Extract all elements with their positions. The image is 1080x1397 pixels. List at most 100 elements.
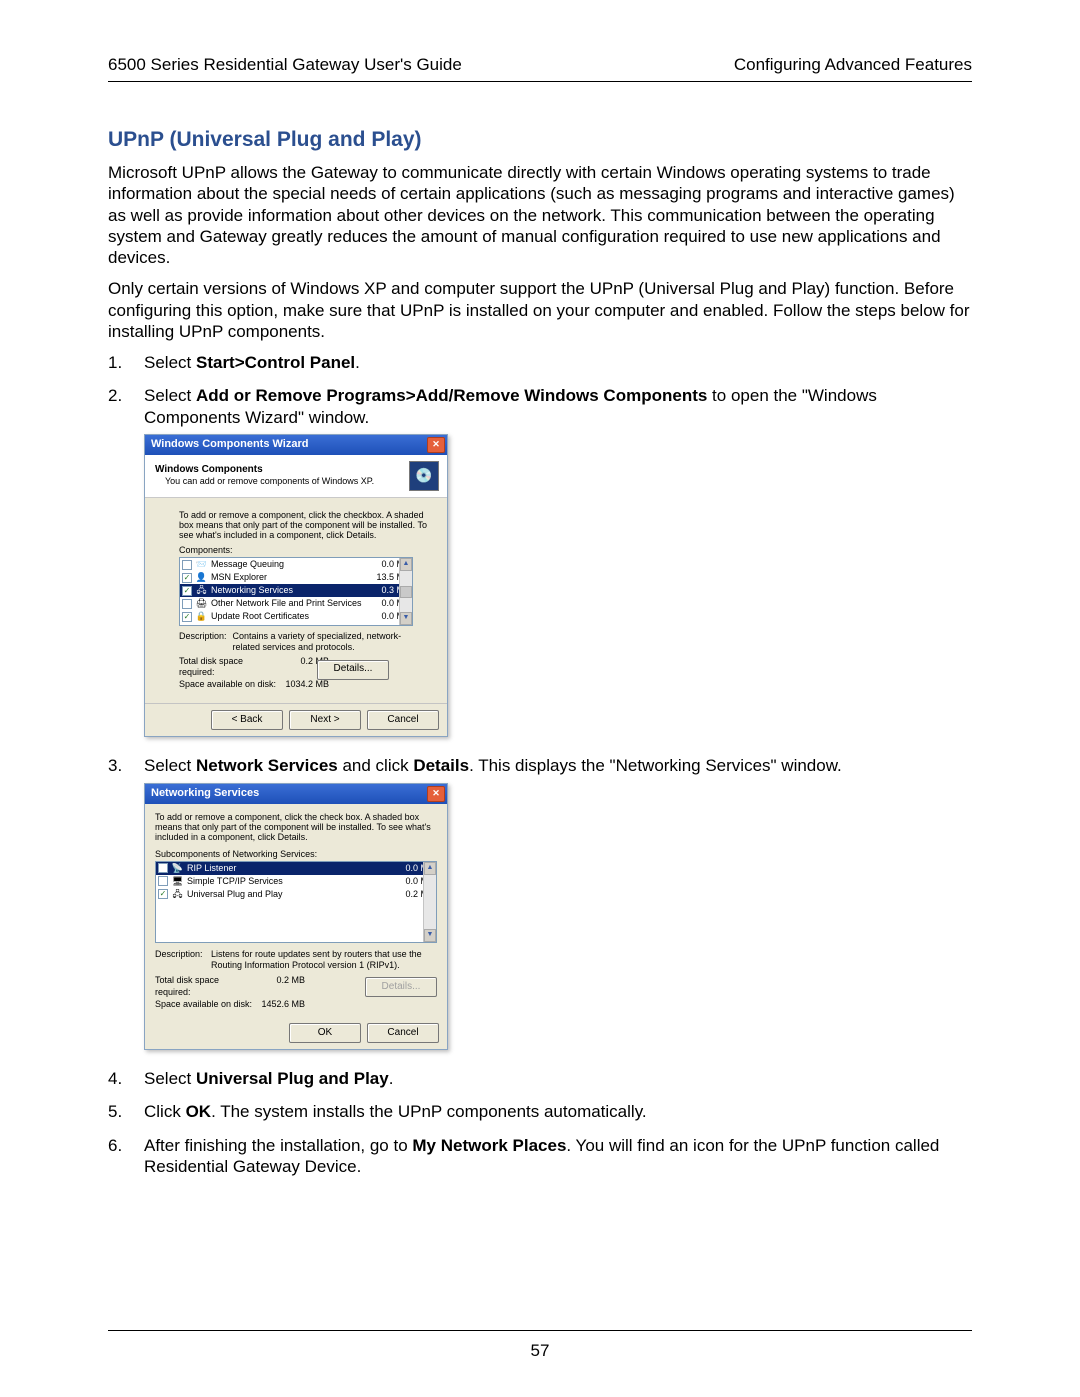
close-icon[interactable]: ✕ (427, 786, 445, 802)
scroll-up-icon[interactable]: ▲ (400, 558, 412, 571)
msn-explorer-icon: 👤 (196, 572, 207, 583)
wizard-title: Windows Components Wizard (151, 438, 308, 452)
checkbox-icon[interactable] (182, 586, 192, 596)
component-name: Networking Services (211, 585, 366, 596)
component-row[interactable]: 📨 Message Queuing 0.0 MB (180, 558, 412, 571)
windows-components-icon: 💿 (409, 461, 439, 491)
subcomponents-listbox[interactable]: 📡 RIP Listener 0.0 MB 🖥 Simple TCP/IP Se… (155, 861, 437, 943)
checkbox-icon[interactable] (182, 612, 192, 622)
ns-description-label: Description: (155, 949, 205, 972)
other-network-services-icon: 🖨 (196, 598, 207, 609)
step-1-bold: Start>Control Panel (196, 353, 355, 372)
scrollbar[interactable]: ▲ ▼ (399, 558, 412, 625)
step-3-bold2: Details (413, 756, 469, 775)
scrollbar[interactable]: ▲ ▼ (423, 862, 436, 942)
subcomponent-row[interactable]: 🖧 Universal Plug and Play 0.2 MB (156, 888, 436, 901)
description-text: Contains a variety of specialized, netwo… (233, 631, 413, 654)
checkbox-icon[interactable] (158, 876, 168, 886)
ns-button-row: OK Cancel (145, 1017, 447, 1049)
subcomponent-name: Universal Plug and Play (187, 889, 390, 900)
components-listbox[interactable]: 📨 Message Queuing 0.0 MB 👤 MSN Explorer … (179, 557, 413, 626)
description-line: Description: Contains a variety of speci… (179, 631, 413, 654)
scroll-down-icon[interactable]: ▼ (400, 612, 412, 625)
details-button: Details... (365, 977, 437, 997)
step-2-bold: Add or Remove Programs>Add/Remove Window… (196, 386, 707, 405)
step-5-text: Click (144, 1102, 186, 1121)
wizard-instruction: To add or remove a component, click the … (179, 510, 437, 541)
step-1-suffix: . (355, 353, 360, 372)
paragraph-2: Only certain versions of Windows XP and … (108, 278, 972, 342)
step-4-suffix: . (389, 1069, 394, 1088)
scroll-down-icon[interactable]: ▼ (424, 929, 436, 942)
paragraph-1: Microsoft UPnP allows the Gateway to com… (108, 162, 972, 268)
checkbox-icon[interactable] (158, 889, 168, 899)
wizard-button-row: < Back Next > Cancel (145, 703, 447, 736)
next-button[interactable]: Next > (289, 710, 361, 730)
component-name: Message Queuing (211, 559, 366, 570)
subcomponent-row-selected[interactable]: 📡 RIP Listener 0.0 MB (156, 862, 436, 875)
message-queuing-icon: 📨 (196, 559, 207, 570)
cancel-button[interactable]: Cancel (367, 710, 439, 730)
checkbox-icon[interactable] (182, 599, 192, 609)
subcomponent-name: Simple TCP/IP Services (187, 876, 390, 887)
subcomponent-name: RIP Listener (187, 863, 390, 874)
component-name: Update Root Certificates (211, 611, 366, 622)
networking-services-icon: 🖧 (196, 585, 207, 596)
ns-disk-available-label: Space available on disk: (155, 999, 255, 1010)
subcomponents-label: Subcomponents of Networking Services: (155, 849, 437, 860)
header-left: 6500 Series Residential Gateway User's G… (108, 55, 462, 75)
component-row[interactable]: 👤 MSN Explorer 13.5 MB (180, 571, 412, 584)
ns-title: Networking Services (151, 787, 259, 801)
ns-disk-required-label: Total disk space required: (155, 975, 255, 998)
ns-disk-required-value: 0.2 MB (255, 975, 305, 998)
step-1: Select Start>Control Panel. (108, 352, 972, 373)
close-icon[interactable]: ✕ (427, 437, 445, 453)
wizard-titlebar[interactable]: Windows Components Wizard ✕ (145, 435, 447, 455)
component-row[interactable]: 🔒 Update Root Certificates 0.0 MB (180, 610, 412, 623)
checkbox-icon[interactable] (182, 573, 192, 583)
disk-required-label: Total disk space required: (179, 656, 279, 679)
components-label: Components: (179, 545, 437, 556)
rip-listener-icon: 📡 (172, 863, 183, 874)
wizard-header: Windows Components You can add or remove… (145, 455, 447, 498)
component-name: Other Network File and Print Services (211, 598, 366, 609)
checkbox-icon[interactable] (182, 560, 192, 570)
ns-titlebar[interactable]: Networking Services ✕ (145, 784, 447, 804)
page-header: 6500 Series Residential Gateway User's G… (108, 55, 972, 75)
step-3-text3: . This displays the "Networking Services… (469, 756, 842, 775)
component-row-selected[interactable]: 🖧 Networking Services 0.3 MB (180, 584, 412, 597)
scroll-thumb[interactable] (400, 586, 412, 598)
cancel-button[interactable]: Cancel (367, 1023, 439, 1043)
details-button[interactable]: Details... (317, 660, 389, 680)
update-root-certificates-icon: 🔒 (196, 611, 207, 622)
disk-available-row: Space available on disk: 1034.2 MB (179, 679, 413, 690)
subcomponent-row[interactable]: 🖥 Simple TCP/IP Services 0.0 MB (156, 875, 436, 888)
upnp-icon: 🖧 (172, 889, 183, 900)
ns-description-line: Description: Listens for route updates s… (155, 949, 437, 972)
checkbox-icon[interactable] (158, 863, 168, 873)
simple-tcpip-icon: 🖥 (172, 876, 183, 887)
step-3: Select Network Services and click Detail… (108, 755, 972, 1050)
component-name: MSN Explorer (211, 572, 366, 583)
networking-services-dialog: Networking Services ✕ To add or remove a… (144, 783, 448, 1051)
wizard-header-sub: You can add or remove components of Wind… (165, 476, 374, 487)
ok-button[interactable]: OK (289, 1023, 361, 1043)
back-button[interactable]: < Back (211, 710, 283, 730)
step-3-bold: Network Services (196, 756, 338, 775)
step-1-text: Select (144, 353, 196, 372)
step-3-text: Select (144, 756, 196, 775)
step-3-text2: and click (338, 756, 414, 775)
steps-list: Select Start>Control Panel. Select Add o… (108, 352, 972, 1177)
component-row[interactable]: 🖨 Other Network File and Print Services … (180, 597, 412, 610)
wizard-header-title: Windows Components (155, 464, 374, 477)
section-title: UPnP (Universal Plug and Play) (108, 128, 972, 152)
ns-instruction: To add or remove a component, click the … (155, 812, 437, 843)
ns-description-text: Listens for route updates sent by router… (211, 949, 437, 972)
step-6-bold: My Network Places (412, 1136, 566, 1155)
step-5-suffix: . The system installs the UPnP component… (211, 1102, 647, 1121)
step-4-bold: Universal Plug and Play (196, 1069, 389, 1088)
footer-rule (108, 1330, 972, 1331)
description-label: Description: (179, 631, 227, 654)
disk-available-label: Space available on disk: (179, 679, 279, 690)
scroll-up-icon[interactable]: ▲ (424, 862, 436, 875)
